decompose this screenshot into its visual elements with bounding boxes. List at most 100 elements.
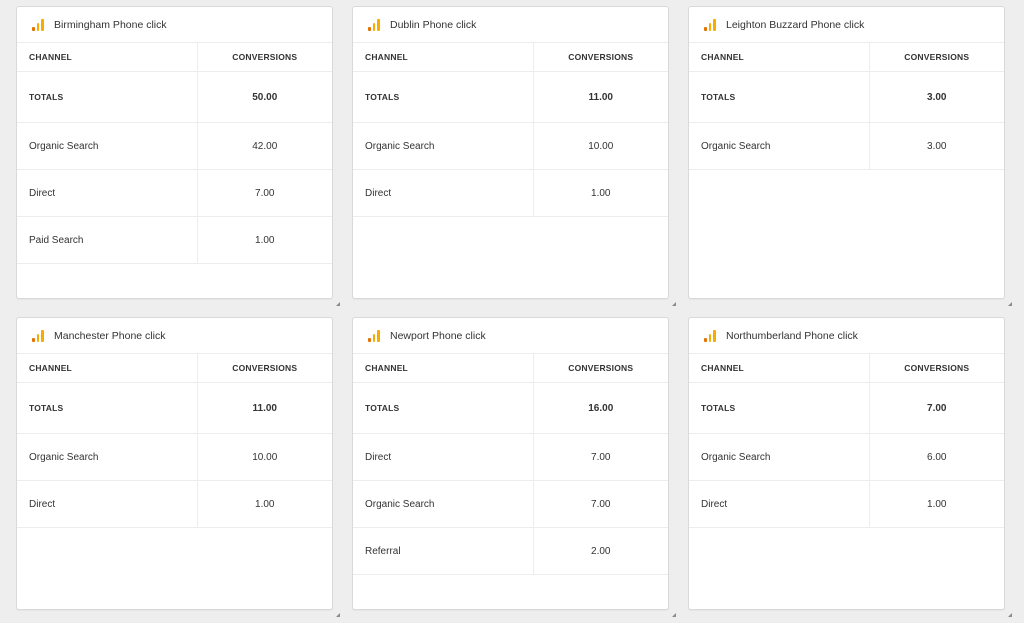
dashboard-grid: Birmingham Phone click CHANNEL CONVERSIO… [0,0,1024,623]
column-header-channel[interactable]: CHANNEL [689,353,869,383]
channel-cell: Direct [689,480,869,528]
conversions-cell: 1.00 [868,480,1004,528]
channel-cell: Paid Search [17,216,197,264]
totals-row: TOTALS 11.00 [17,382,332,434]
table-row: Organic Search 10.00 [353,122,668,170]
table-row: Referral 2.00 [353,527,668,575]
table-row: Organic Search 10.00 [17,433,332,481]
totals-row: TOTALS 3.00 [689,71,1004,123]
widget-title: Manchester Phone click [54,329,166,342]
resize-handle-icon[interactable] [336,613,340,617]
widget-card[interactable]: Birmingham Phone click CHANNEL CONVERSIO… [16,6,333,299]
google-analytics-icon [368,329,380,342]
resize-handle-icon[interactable] [672,302,676,306]
resize-handle-icon[interactable] [672,613,676,617]
column-header-conversions[interactable]: CONVERSIONS [532,42,668,72]
totals-value: 11.00 [196,382,332,434]
widget-header: Northumberland Phone click [689,318,1004,353]
google-analytics-icon [368,18,380,31]
table-header-row: CHANNEL CONVERSIONS [17,42,332,72]
conversions-cell: 3.00 [868,122,1004,170]
totals-label: TOTALS [689,71,869,123]
column-header-channel[interactable]: CHANNEL [353,353,533,383]
widget-title: Northumberland Phone click [726,329,858,342]
widget-title: Dublin Phone click [390,18,477,31]
table-header-row: CHANNEL CONVERSIONS [353,42,668,72]
conversions-cell: 6.00 [868,433,1004,481]
channel-cell: Organic Search [689,433,869,481]
conversions-cell: 10.00 [532,122,668,170]
column-header-conversions[interactable]: CONVERSIONS [532,353,668,383]
widget-card[interactable]: Leighton Buzzard Phone click CHANNEL CON… [688,6,1005,299]
resize-handle-icon[interactable] [1008,302,1012,306]
table-row: Direct 7.00 [353,433,668,481]
widget-title: Leighton Buzzard Phone click [726,18,865,31]
table-row: Direct 1.00 [689,480,1004,528]
table-header-row: CHANNEL CONVERSIONS [689,42,1004,72]
column-header-channel[interactable]: CHANNEL [17,353,197,383]
channel-conversions-table: CHANNEL CONVERSIONS TOTALS 7.00 Organic … [689,353,1004,528]
table-row: Organic Search 42.00 [17,122,332,170]
conversions-cell: 1.00 [196,216,332,264]
table-row: Direct 7.00 [17,169,332,217]
column-header-conversions[interactable]: CONVERSIONS [868,353,1004,383]
totals-label: TOTALS [689,382,869,434]
channel-conversions-table: CHANNEL CONVERSIONS TOTALS 16.00 Direct … [353,353,668,575]
resize-handle-icon[interactable] [1008,613,1012,617]
conversions-cell: 1.00 [532,169,668,217]
channel-cell: Organic Search [353,480,533,528]
totals-label: TOTALS [353,71,533,123]
channel-cell: Organic Search [17,433,197,481]
channel-cell: Direct [353,433,533,481]
resize-handle-icon[interactable] [336,302,340,306]
table-header-row: CHANNEL CONVERSIONS [689,353,1004,383]
totals-value: 7.00 [868,382,1004,434]
google-analytics-icon [704,329,716,342]
channel-conversions-table: CHANNEL CONVERSIONS TOTALS 11.00 Organic… [17,353,332,528]
totals-label: TOTALS [17,382,197,434]
widget-card[interactable]: Manchester Phone click CHANNEL CONVERSIO… [16,317,333,610]
widget-card[interactable]: Northumberland Phone click CHANNEL CONVE… [688,317,1005,610]
channel-cell: Direct [17,169,197,217]
widget-title: Newport Phone click [390,329,486,342]
totals-value: 50.00 [196,71,332,123]
channel-cell: Direct [17,480,197,528]
column-header-channel[interactable]: CHANNEL [689,42,869,72]
table-row: Direct 1.00 [17,480,332,528]
conversions-cell: 42.00 [196,122,332,170]
table-row: Direct 1.00 [353,169,668,217]
channel-cell: Organic Search [17,122,197,170]
conversions-cell: 7.00 [196,169,332,217]
column-header-conversions[interactable]: CONVERSIONS [868,42,1004,72]
widget-header: Newport Phone click [353,318,668,353]
table-header-row: CHANNEL CONVERSIONS [353,353,668,383]
table-row: Organic Search 6.00 [689,433,1004,481]
widget-header: Manchester Phone click [17,318,332,353]
google-analytics-icon [704,18,716,31]
channel-cell: Direct [353,169,533,217]
channel-cell: Organic Search [689,122,869,170]
conversions-cell: 7.00 [532,480,668,528]
column-header-conversions[interactable]: CONVERSIONS [196,42,332,72]
column-header-channel[interactable]: CHANNEL [353,42,533,72]
channel-conversions-table: CHANNEL CONVERSIONS TOTALS 50.00 Organic… [17,42,332,264]
column-header-channel[interactable]: CHANNEL [17,42,197,72]
widget-card[interactable]: Newport Phone click CHANNEL CONVERSIONS … [352,317,669,610]
conversions-cell: 7.00 [532,433,668,481]
widget-header: Birmingham Phone click [17,7,332,42]
widget-header: Dublin Phone click [353,7,668,42]
conversions-cell: 1.00 [196,480,332,528]
google-analytics-icon [32,18,44,31]
widget-header: Leighton Buzzard Phone click [689,7,1004,42]
column-header-conversions[interactable]: CONVERSIONS [196,353,332,383]
conversions-cell: 2.00 [532,527,668,575]
totals-label: TOTALS [353,382,533,434]
totals-label: TOTALS [17,71,197,123]
widget-title: Birmingham Phone click [54,18,167,31]
totals-value: 16.00 [532,382,668,434]
totals-row: TOTALS 11.00 [353,71,668,123]
widget-card[interactable]: Dublin Phone click CHANNEL CONVERSIONS T… [352,6,669,299]
totals-value: 11.00 [532,71,668,123]
google-analytics-icon [32,329,44,342]
channel-conversions-table: CHANNEL CONVERSIONS TOTALS 3.00 Organic … [689,42,1004,170]
